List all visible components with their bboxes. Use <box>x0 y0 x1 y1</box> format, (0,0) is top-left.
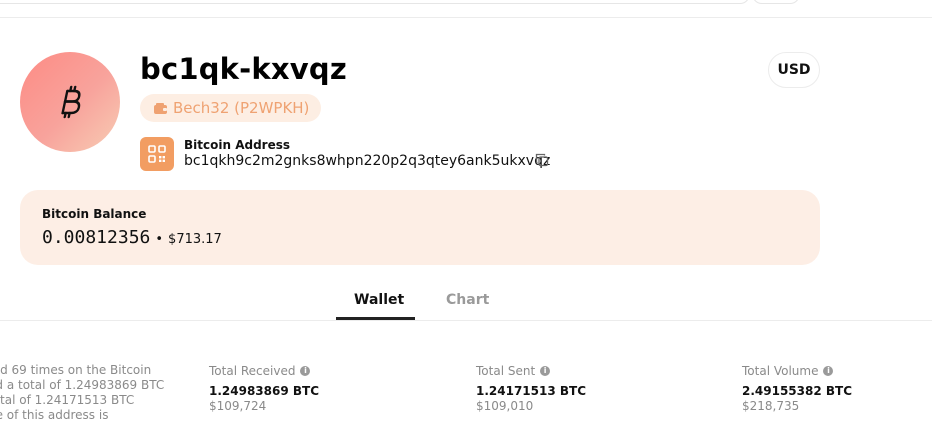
stat-label: Total Received <box>209 364 296 378</box>
bitcoin-icon <box>61 85 81 119</box>
stat-total-sent: Total Sent i 1.24171513 BTC $109,010 <box>476 363 586 413</box>
stat-label: Total Volume <box>742 364 819 378</box>
address-title: bc1qk-kxvqz <box>140 52 347 86</box>
balance-card: Bitcoin Balance 0.00812356 • $713.17 <box>20 190 820 265</box>
stat-total-volume: Total Volume i 2.49155382 BTC $218,735 <box>742 363 852 413</box>
header-pill[interactable] <box>752 0 800 4</box>
address-type-badge: Bech32 (P2WPKH) <box>140 94 322 122</box>
address-type-label: Bech32 (P2WPKH) <box>173 99 310 117</box>
balance-btc: 0.00812356 <box>42 227 151 248</box>
stat-btc-value: 2.49155382 BTC <box>742 384 853 398</box>
bitcoin-address-label: Bitcoin Address <box>184 138 290 152</box>
top-bar <box>0 0 932 18</box>
address-avatar <box>20 52 120 152</box>
info-icon[interactable]: i <box>300 366 311 376</box>
stat-usd-value: $109,724 <box>209 399 267 413</box>
info-icon[interactable]: i <box>823 366 834 376</box>
copy-icon[interactable] <box>535 153 549 167</box>
description-line: ue of this address is <box>0 408 109 422</box>
balance-row: 0.00812356 • $713.17 <box>42 227 222 248</box>
tab-bar: Wallet Chart <box>0 280 932 321</box>
description-line: ted 69 times on the Bitcoin <box>0 363 152 377</box>
currency-toggle-button[interactable]: USD <box>768 52 820 88</box>
tab-wallet[interactable]: Wallet <box>354 292 404 308</box>
stat-btc-value: 1.24171513 BTC <box>476 384 587 398</box>
description-line: ed a total of 1.24983869 BTC <box>0 378 165 392</box>
qr-code-button[interactable] <box>140 137 174 171</box>
stat-btc-value: 1.24983869 BTC <box>209 384 320 398</box>
search-bar[interactable] <box>0 0 750 4</box>
wallet-icon <box>154 102 167 114</box>
qr-code-icon <box>148 145 166 163</box>
balance-usd: $713.17 <box>168 232 222 247</box>
tab-chart[interactable]: Chart <box>446 292 489 308</box>
address-description: ted 69 times on the Bitcoin ed a total o… <box>0 363 164 423</box>
info-icon[interactable]: i <box>540 366 551 376</box>
active-tab-indicator <box>336 317 415 320</box>
bitcoin-address-value: bc1qkh9c2m2gnks8whpn220p2q3qtey6ank5ukxv… <box>184 153 551 169</box>
stat-usd-value: $218,735 <box>742 399 800 413</box>
stat-usd-value: $109,010 <box>476 399 534 413</box>
balance-separator: • <box>155 232 164 247</box>
stat-total-received: Total Received i 1.24983869 BTC $109,724 <box>209 363 319 413</box>
stat-label: Total Sent <box>476 364 536 378</box>
description-line: total of 1.24171513 BTC <box>0 393 135 407</box>
balance-label: Bitcoin Balance <box>42 207 147 221</box>
